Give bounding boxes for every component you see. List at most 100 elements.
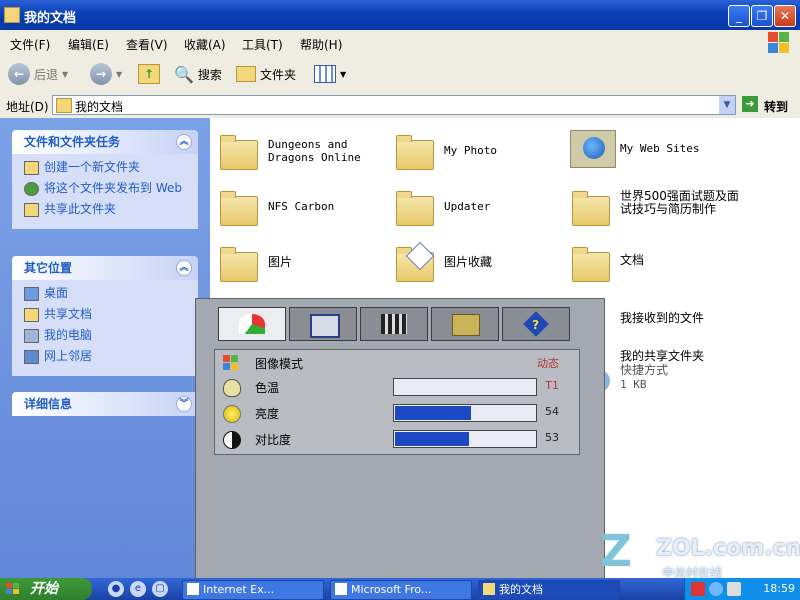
contrast-icon [223, 431, 241, 449]
file-item[interactable]: 我接收到的文件 [610, 302, 790, 338]
file-item[interactable]: Dungeons and Dragons Online [220, 132, 390, 172]
tasks-panel: 文件和文件夹任务 ︽ 创建一个新文件夹 将这个文件夹发布到 Web 共享此文件夹 [12, 130, 198, 229]
up-folder-button[interactable]: ↑ [138, 63, 160, 85]
maximize-button[interactable]: ❐ [751, 5, 773, 27]
go-button[interactable]: 转到 [764, 98, 788, 115]
folder-icon [396, 135, 434, 170]
go-arrow-icon[interactable]: ➜ [742, 96, 758, 112]
task-publish-web[interactable]: 将这个文件夹发布到 Web [24, 181, 190, 199]
share-folder-icon [24, 203, 39, 217]
place-desktop[interactable]: 桌面 [24, 286, 190, 304]
menu-file[interactable]: 文件(F) [10, 36, 50, 53]
menu-edit[interactable]: 编辑(E) [68, 36, 109, 53]
documents-folder-icon [572, 247, 610, 282]
collapse-icon[interactable]: ︽ [176, 260, 192, 276]
thermometer-icon [223, 379, 241, 397]
menu-view[interactable]: 查看(V) [126, 36, 168, 53]
folder-icon [396, 191, 434, 226]
taskbar-item-ie[interactable]: Internet Ex... [182, 580, 324, 600]
menu-help[interactable]: 帮助(H) [300, 36, 342, 53]
address-label: 地址(D) [6, 100, 49, 114]
osd-row-contrast[interactable]: 对比度 53 [215, 428, 579, 450]
quicklaunch-ie-icon[interactable]: e [130, 581, 146, 597]
watermark: Z ZOL.com.cn 中关村在线 [600, 526, 800, 581]
file-item[interactable]: 文档 [572, 244, 742, 284]
osd-row-color-temp[interactable]: 色温 T1 [215, 376, 579, 398]
tasks-panel-header[interactable]: 文件和文件夹任务 ︽ [12, 130, 198, 154]
ie-icon [187, 583, 199, 595]
forward-button[interactable]: → ▼ [90, 63, 122, 85]
tray-volume-icon[interactable] [727, 582, 741, 596]
osd-row-brightness[interactable]: 亮度 54 [215, 402, 579, 424]
windows-logo-icon [6, 583, 20, 595]
taskbar-item-mydocs[interactable]: 我的文档 [478, 580, 620, 600]
chevron-down-icon: ▼ [62, 69, 69, 79]
toolbar: ← 后退 ▼ → ▼ ↑ 🔍 搜索 文件夹 ▼ [0, 56, 800, 93]
menu-favorites[interactable]: 收藏(A) [184, 36, 226, 53]
details-panel-header[interactable]: 详细信息 ︾ [12, 392, 198, 416]
brightness-slider[interactable] [393, 404, 537, 422]
views-button[interactable]: ▼ [314, 63, 346, 85]
quicklaunch-media-icon[interactable]: ● [108, 581, 124, 597]
osd-tab-picture[interactable] [218, 307, 286, 341]
close-button[interactable]: ✕ [774, 5, 796, 27]
file-item[interactable]: Updater [396, 188, 566, 228]
tray-ati-icon[interactable] [691, 582, 705, 596]
menu-tools[interactable]: 工具(T) [242, 36, 283, 53]
window-title: 我的文档 [24, 11, 77, 26]
contrast-slider[interactable] [393, 430, 537, 448]
taskbar: 开始 ● e ▢ Internet Ex... Microsoft Fro...… [0, 578, 800, 600]
search-button[interactable]: 🔍 搜索 [174, 63, 222, 85]
task-share-folder[interactable]: 共享此文件夹 [24, 202, 190, 220]
places-panel-header[interactable]: 其它位置 ︽ [12, 256, 198, 280]
osd-settings-panel: 图像模式 动态 色温 T1 亮度 54 对比度 53 [214, 349, 580, 455]
osd-tab-display[interactable] [289, 307, 357, 341]
osd-tab-help[interactable]: ? [502, 307, 570, 341]
file-item[interactable]: 世界500强面试题及面试技巧与简历制作 [572, 188, 792, 228]
start-button[interactable]: 开始 [0, 578, 92, 600]
expand-icon[interactable]: ︾ [176, 396, 192, 412]
quicklaunch-folder-icon[interactable]: ▢ [152, 581, 168, 597]
folder-icon [220, 191, 258, 226]
place-network[interactable]: 网上邻居 [24, 349, 190, 367]
places-panel: 其它位置 ︽ 桌面 共享文档 我的电脑 网上邻居 [12, 256, 198, 376]
file-item[interactable]: My Web Sites [570, 126, 790, 170]
folder-icon [220, 247, 258, 282]
file-item[interactable]: 我的共享文件夹 快捷方式 1 KB [586, 348, 786, 398]
windows-flag-icon [223, 355, 239, 371]
folder-icon [220, 135, 258, 170]
globe-icon [24, 182, 39, 196]
place-my-computer[interactable]: 我的电脑 [24, 328, 190, 346]
osd-row-picture-mode[interactable]: 图像模式 动态 [215, 352, 579, 374]
minimize-button[interactable]: _ [728, 5, 750, 27]
taskbar-item-frontpage[interactable]: Microsoft Fro... [330, 580, 472, 600]
new-folder-icon [24, 161, 39, 175]
folders-button[interactable]: 文件夹 [236, 63, 296, 85]
tray-network-icon[interactable] [709, 582, 723, 596]
folder-icon [4, 7, 20, 23]
display-icon [310, 314, 340, 338]
address-input[interactable]: 我的文档 ▼ [52, 95, 736, 115]
forward-arrow-icon: → [90, 63, 112, 85]
address-dropdown-icon[interactable]: ▼ [719, 96, 735, 114]
folder-icon [56, 98, 72, 113]
address-value: 我的文档 [75, 100, 124, 114]
file-item[interactable]: 图片收藏 [396, 241, 566, 284]
windows-logo-icon [768, 32, 790, 54]
computer-icon [24, 329, 39, 343]
details-panel: 详细信息 ︾ [12, 392, 198, 416]
place-shared-docs[interactable]: 共享文档 [24, 307, 190, 325]
desktop-icon [24, 287, 39, 301]
task-new-folder[interactable]: 创建一个新文件夹 [24, 160, 190, 178]
frontpage-icon [335, 583, 347, 595]
folder-icon [572, 191, 610, 226]
color-temp-field[interactable] [393, 378, 537, 396]
collapse-icon[interactable]: ︽ [176, 134, 192, 150]
osd-tab-settings[interactable] [431, 307, 499, 341]
file-item[interactable]: My Photo [396, 132, 566, 172]
file-item[interactable]: NFS Carbon [220, 188, 390, 228]
osd-tab-video[interactable] [360, 307, 428, 341]
file-item[interactable]: 图片 [220, 244, 390, 284]
chevron-down-icon: ▼ [116, 69, 123, 79]
back-button[interactable]: ← 后退 ▼ [8, 63, 68, 85]
